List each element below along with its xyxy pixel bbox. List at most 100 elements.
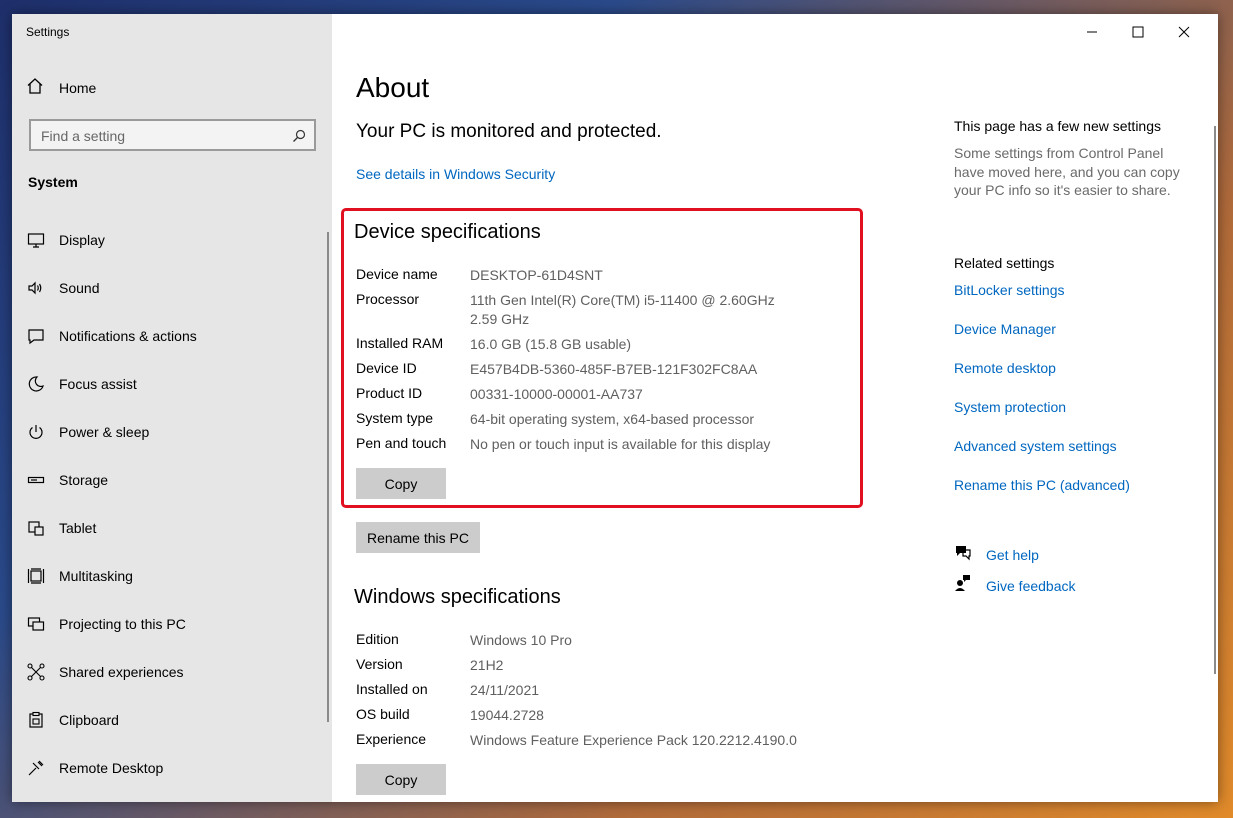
sidebar: Settings Home Find a setting System Disp… [12, 14, 332, 802]
sidebar-item-projecting[interactable]: Projecting to this PC [26, 613, 186, 635]
sidebar-item-label: Remote Desktop [59, 760, 164, 776]
monitor-icon [26, 230, 46, 250]
close-icon[interactable] [1174, 24, 1194, 40]
tablet-icon [26, 518, 46, 538]
spec-key: OS build [356, 706, 410, 722]
spec-key: Device ID [356, 360, 417, 376]
sidebar-item-label: Focus assist [59, 376, 137, 392]
search-input[interactable]: Find a setting [29, 119, 316, 151]
spec-key: Version [356, 656, 403, 672]
windows-specs-title: Windows specifications [354, 586, 561, 608]
spec-value: 00331-10000-00001-AA737 [470, 386, 643, 402]
clipboard-icon [26, 710, 46, 730]
remote-desktop-icon [26, 758, 46, 778]
new-settings-text: Some settings from Control Panel have mo… [954, 145, 1180, 198]
sidebar-item-label: Power & sleep [59, 424, 150, 440]
give-feedback-row[interactable]: Give feedback [954, 574, 1076, 597]
rename-pc-advanced-link[interactable]: Rename this PC (advanced) [954, 477, 1130, 493]
sidebar-item-display[interactable]: Display [26, 229, 105, 251]
new-settings-title: This page has a few new settings [954, 118, 1162, 134]
sidebar-item-label: Tablet [59, 520, 97, 536]
spec-key: Pen and touch [356, 435, 447, 451]
spec-key: Product ID [356, 385, 423, 401]
device-specs-title: Device specifications [354, 221, 541, 243]
main-scrollbar[interactable] [1214, 126, 1216, 674]
spec-value: 64-bit operating system, x64-based proce… [470, 411, 755, 427]
spec-value: Windows 10 Pro [470, 632, 572, 648]
bitlocker-settings-link[interactable]: BitLocker settings [954, 282, 1065, 298]
storage-icon [26, 470, 46, 490]
sidebar-home-label: Home [59, 80, 97, 96]
get-help-link[interactable]: Get help [986, 547, 1039, 563]
minimize-icon[interactable] [1082, 24, 1102, 40]
sidebar-item-label: Storage [59, 472, 109, 488]
sidebar-item-storage[interactable]: Storage [26, 469, 108, 491]
spec-key: Installed RAM [356, 335, 444, 351]
spec-value: 16.0 GB (15.8 GB usable) [470, 336, 632, 352]
sidebar-item-notifications[interactable]: Notifications & actions [26, 325, 197, 347]
maximize-icon[interactable] [1128, 24, 1148, 40]
sidebar-item-remote-desktop[interactable]: Remote Desktop [26, 757, 163, 779]
remote-desktop-link[interactable]: Remote desktop [954, 360, 1056, 376]
speaker-icon [26, 278, 46, 298]
projecting-icon [26, 614, 46, 634]
spec-key: Edition [356, 631, 399, 647]
get-help-row[interactable]: Get help [954, 543, 1039, 566]
sidebar-item-label: Display [59, 232, 105, 248]
multitasking-icon [26, 566, 46, 586]
search-icon[interactable] [292, 129, 306, 148]
device-specs-highlight [341, 208, 863, 508]
sidebar-item-label: Multitasking [59, 568, 133, 584]
spec-value: No pen or touch input is available for t… [470, 436, 771, 452]
sidebar-item-label: Sound [59, 280, 100, 296]
spec-key: Installed on [356, 681, 428, 697]
advanced-system-settings-link[interactable]: Advanced system settings [954, 438, 1117, 454]
search-placeholder: Find a setting [41, 128, 126, 144]
sidebar-scrollbar[interactable] [327, 232, 329, 722]
spec-key: System type [356, 410, 434, 426]
shared-icon [26, 662, 46, 682]
spec-value: 11th Gen Intel(R) Core(TM) i5-11400 @ 2.… [470, 292, 787, 327]
sidebar-item-focus-assist[interactable]: Focus assist [26, 373, 137, 395]
help-icon [954, 543, 972, 566]
spec-key: Device name [356, 266, 438, 282]
power-icon [26, 422, 46, 442]
sidebar-item-label: Notifications & actions [59, 328, 197, 344]
spec-value: E457B4DB-5360-485F-B7EB-121F302FC8AA [470, 361, 758, 377]
copy-windows-specs-button[interactable]: Copy [356, 764, 446, 795]
sidebar-home[interactable]: Home [26, 77, 97, 100]
app-title: Settings [26, 25, 70, 39]
sidebar-item-tablet[interactable]: Tablet [26, 517, 96, 539]
sidebar-item-clipboard[interactable]: Clipboard [26, 709, 119, 731]
give-feedback-link[interactable]: Give feedback [986, 578, 1076, 594]
sidebar-item-sound[interactable]: Sound [26, 277, 99, 299]
device-manager-link[interactable]: Device Manager [954, 321, 1056, 337]
related-settings-title: Related settings [954, 255, 1055, 271]
spec-key: Experience [356, 731, 427, 747]
copy-device-specs-button[interactable]: Copy [356, 468, 446, 499]
sidebar-item-power[interactable]: Power & sleep [26, 421, 149, 443]
system-protection-link[interactable]: System protection [954, 399, 1066, 415]
spec-value: 24/11/2021 [470, 682, 540, 698]
sidebar-item-multitasking[interactable]: Multitasking [26, 565, 133, 587]
feedback-icon [954, 574, 972, 597]
settings-window: Settings Home Find a setting System Disp… [12, 14, 1218, 802]
moon-icon [26, 374, 46, 394]
page-title: About [356, 72, 430, 103]
spec-value: 21H2 [470, 657, 504, 673]
spec-value: 19044.2728 [470, 707, 544, 723]
sidebar-item-label: Projecting to this PC [59, 616, 186, 632]
spec-value: DESKTOP-61D4SNT [470, 267, 603, 283]
notification-icon [26, 326, 46, 346]
spec-value: Windows Feature Experience Pack 120.2212… [470, 732, 797, 748]
sidebar-item-shared[interactable]: Shared experiences [26, 661, 184, 683]
spec-key: Processor [356, 291, 420, 307]
home-icon [26, 77, 44, 100]
sidebar-item-label: Shared experiences [59, 664, 184, 680]
rename-pc-button[interactable]: Rename this PC [356, 522, 480, 553]
windows-security-link[interactable]: See details in Windows Security [356, 166, 555, 182]
main-content: About Your PC is monitored and protected… [332, 14, 1218, 802]
sidebar-group-title: System [28, 174, 78, 190]
sidebar-item-label: Clipboard [59, 712, 119, 728]
protection-status: Your PC is monitored and protected. [356, 121, 662, 142]
